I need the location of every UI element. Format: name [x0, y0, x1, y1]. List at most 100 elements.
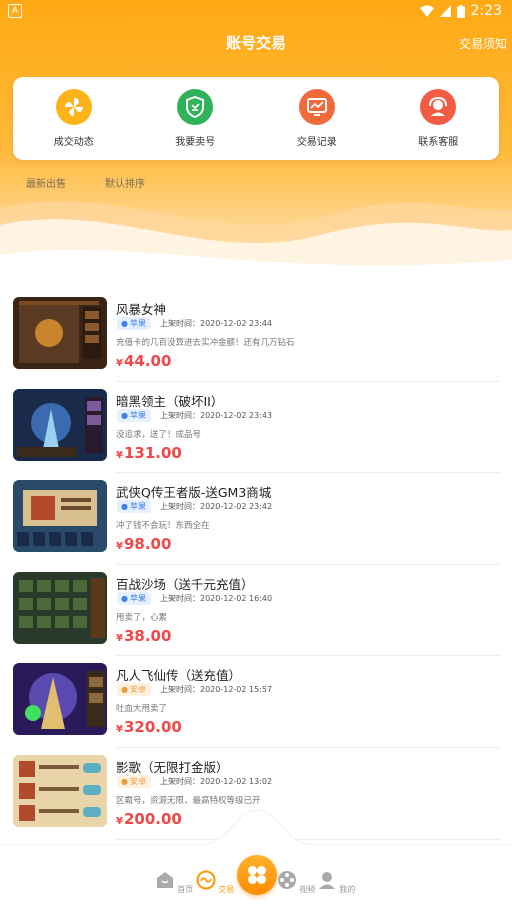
price-value: 44.00: [123, 352, 172, 370]
sort-latest-button[interactable]: 最新出售: [26, 175, 66, 190]
listing-description: 没追求，送了！成品号: [116, 429, 202, 440]
listing-title: 暗黑领主（破坏II）: [116, 393, 224, 409]
apple-icon: ●: [121, 502, 128, 512]
tab-trade[interactable]: 交易: [195, 870, 235, 895]
android-icon: ●: [121, 685, 128, 695]
currency-symbol: ¥: [116, 449, 123, 461]
home-icon: [156, 872, 173, 888]
game-thumbnail: [13, 297, 107, 369]
listing-description: 吐血大甩卖了: [116, 704, 168, 715]
listing-time: 上架时间：2020-12-02 23:42: [160, 502, 273, 512]
chart-monitor-icon: [298, 89, 335, 125]
listing-description: 冲了钱不会玩！东西全在: [116, 521, 210, 532]
platform-badge: ● 安卓: [117, 774, 151, 788]
currency-symbol: ¥: [116, 541, 123, 553]
apple-icon: ●: [121, 593, 128, 603]
battery-icon: [456, 4, 465, 18]
list-item[interactable]: 凡人飞仙传（送充值） ● 安卓 上架时间：2020-12-02 15:57 吐血大…: [0, 656, 512, 748]
game-thumbnail: [13, 571, 107, 644]
platform-label: 苹果: [129, 502, 146, 512]
list-item[interactable]: 风暴女神 ● 苹果 上架时间：2020-12-02 23:44 充值卡的几百没算进…: [0, 290, 512, 382]
user-icon: [318, 872, 335, 889]
tab-home[interactable]: 首页: [154, 870, 194, 895]
list-item[interactable]: 武侠Q传王者版-送GM3商城 ● 苹果 上架时间：2020-12-02 23:42…: [0, 473, 512, 565]
tab-mine[interactable]: 我的: [316, 870, 356, 895]
center-action-button[interactable]: [237, 855, 277, 895]
customer-service-icon: [420, 89, 457, 125]
film-reel-icon: [277, 871, 296, 889]
trade-icon: [196, 870, 216, 890]
quick-action-label: 我要卖号: [175, 137, 216, 148]
quick-action-label: 联系客服: [418, 137, 459, 148]
platform-badge: ● 安卓: [117, 683, 151, 697]
quick-actions-card: 成交动态 我要卖号 交易记录 联系客服: [13, 77, 499, 160]
quick-action-deal-feed[interactable]: 成交动态: [13, 77, 135, 160]
tab-label: 我的: [339, 885, 356, 894]
android-icon: ●: [121, 776, 128, 786]
price-value: 320.00: [123, 718, 182, 737]
quick-action-label: 交易记录: [296, 137, 337, 148]
platform-label: 苹果: [129, 319, 146, 328]
price-value: 131.00: [123, 443, 182, 462]
platform-label: 安卓: [129, 776, 146, 786]
listing-price: ¥320.00: [116, 718, 182, 736]
listing-list: 风暴女神 ● 苹果 上架时间：2020-12-02 23:44 充值卡的几百没算进…: [0, 290, 512, 840]
listing-price: ¥98.00: [116, 535, 171, 553]
sort-default-button[interactable]: 默认排序: [105, 175, 145, 190]
platform-label: 苹果: [129, 410, 146, 420]
trade-notice-link[interactable]: 交易须知: [459, 35, 507, 52]
listing-title: 武侠Q传王者版-送GM3商城: [116, 485, 272, 501]
status-bar: A 2:23: [0, 0, 512, 24]
signal-icon: [439, 5, 451, 17]
currency-symbol: ¥: [116, 724, 123, 736]
platform-label: 安卓: [129, 685, 146, 695]
currency-symbol: ¥: [116, 358, 123, 369]
quick-action-label: 成交动态: [53, 137, 94, 148]
list-item[interactable]: 暗黑领主（破坏II） ● 苹果 上架时间：2020-12-02 23:43 没追求…: [0, 382, 512, 474]
tab-video[interactable]: 视频: [276, 870, 316, 895]
quick-action-trade-records[interactable]: 交易记录: [256, 77, 378, 160]
listing-title: 风暴女神: [116, 302, 167, 317]
game-thumbnail: [13, 480, 107, 553]
listing-title: 影歌（无限打金版）: [116, 759, 229, 775]
listing-price: ¥38.00: [116, 627, 171, 645]
platform-badge: ● 苹果: [117, 591, 151, 605]
quick-action-customer-service[interactable]: 联系客服: [378, 77, 500, 160]
platform-label: 苹果: [129, 593, 146, 603]
tab-bar-background: [0, 809, 512, 860]
listing-price: ¥44.00: [116, 352, 171, 370]
tab-label: 视频: [299, 885, 316, 894]
apple-icon: ●: [121, 410, 128, 420]
center-grid-icon: [248, 866, 266, 884]
quick-action-sell-account[interactable]: 我要卖号: [135, 77, 257, 160]
price-value: 98.00: [123, 535, 172, 554]
platform-badge: ● 苹果: [117, 408, 151, 422]
listing-time: 上架时间：2020-12-02 15:57: [160, 685, 273, 695]
platform-badge: ● 苹果: [117, 500, 151, 514]
pinwheel-icon: [55, 89, 92, 125]
listing-time: 上架时间：2020-12-02 23:44: [160, 319, 273, 328]
shield-sell-icon: [177, 89, 214, 125]
game-thumbnail: [13, 388, 107, 461]
page-title: 账号交易: [225, 34, 286, 52]
price-value: 38.00: [123, 626, 172, 645]
tab-label: 交易: [218, 885, 235, 894]
listing-title: 凡人飞仙传（送充值）: [116, 668, 242, 684]
status-time: 2:23: [470, 3, 502, 19]
listing-title: 百战沙场（送千元充值）: [116, 576, 254, 592]
list-item[interactable]: 百战沙场（送千元充值） ● 苹果 上架时间：2020-12-02 16:40 甩卖…: [0, 565, 512, 657]
tab-label: 首页: [177, 885, 194, 894]
platform-badge: ● 苹果: [117, 317, 151, 330]
notification-icon: A: [8, 4, 22, 18]
wifi-icon: [419, 5, 434, 17]
currency-symbol: ¥: [116, 632, 123, 644]
header-wave: [0, 201, 512, 290]
listing-price: ¥131.00: [116, 444, 182, 462]
listing-description: 甩卖了，心累: [116, 612, 168, 623]
listing-description: 充值卡的几百没算进去实冲金额！还有几万钻石: [116, 338, 295, 348]
listing-time: 上架时间：2020-12-02 16:40: [160, 593, 273, 603]
apple-icon: ●: [121, 319, 128, 328]
listing-time: 上架时间：2020-12-02 23:43: [160, 410, 273, 420]
listing-time: 上架时间：2020-12-02 13:02: [160, 776, 273, 786]
game-thumbnail: [13, 663, 107, 736]
